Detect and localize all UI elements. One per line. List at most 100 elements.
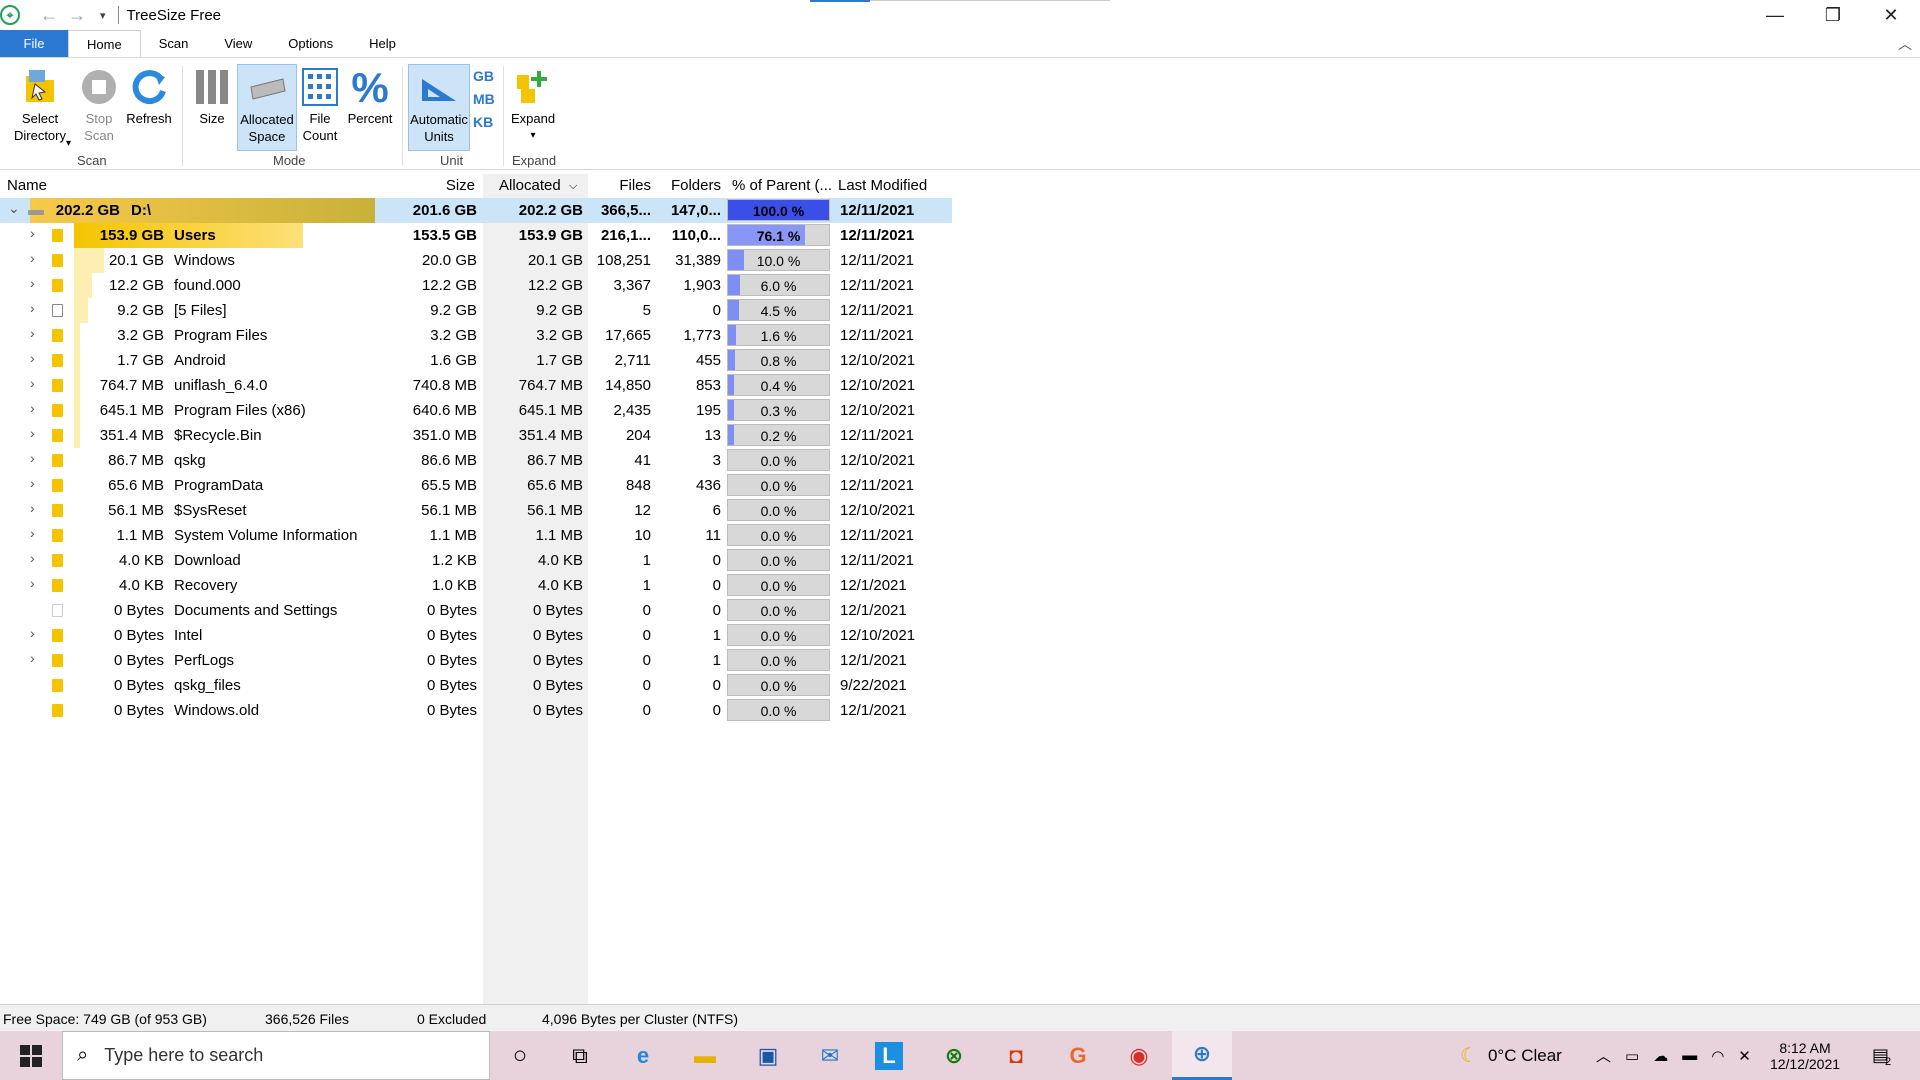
- g-app-icon[interactable]: G: [1061, 1039, 1095, 1073]
- wifi-icon[interactable]: ◠: [1711, 1047, 1724, 1065]
- tree-row[interactable]: › 351.4 MB $Recycle.Bin 351.0 MB 351.4 MB 204…: [0, 423, 952, 448]
- select-directory-button[interactable]: Select Directory ▾: [6, 64, 74, 149]
- treesize-taskbar-icon[interactable]: ⊕: [1172, 1031, 1232, 1080]
- tree-row[interactable]: › 1.1 MB System Volume Information 1.1 MB 1.…: [0, 523, 952, 548]
- allocated-space-button[interactable]: Allocated Space: [237, 64, 297, 151]
- column-header-name[interactable]: Name: [7, 177, 47, 194]
- store-icon[interactable]: ▣: [751, 1039, 785, 1073]
- cortana-icon[interactable]: ○: [503, 1039, 537, 1073]
- l-app-icon[interactable]: L: [875, 1042, 903, 1070]
- battery-icon[interactable]: ▬: [1682, 1047, 1697, 1064]
- tree-row[interactable]: 0 Bytes qskg_files 0 Bytes 0 Bytes 0 0 0.0 % 9/…: [0, 673, 952, 698]
- expand-chevron-icon[interactable]: ›: [30, 575, 35, 591]
- volume-muted-icon[interactable]: ✕: [1738, 1047, 1751, 1065]
- tree-row[interactable]: › 56.1 MB $SysReset 56.1 MB 56.1 MB 12 6 0.0 % 1…: [0, 498, 952, 523]
- tree-row[interactable]: › 4.0 KB Download 1.2 KB 4.0 KB 1 0 0.0 % 12/11/…: [0, 548, 952, 573]
- tab-home[interactable]: Home: [68, 30, 141, 57]
- expand-chevron-icon[interactable]: ›: [30, 275, 35, 291]
- tree-row[interactable]: › 1.7 GB Android 1.6 GB 1.7 GB 2,711 455 0.8 % 1…: [0, 348, 952, 373]
- restore-button[interactable]: ❐: [1804, 0, 1862, 30]
- back-arrow-icon[interactable]: ←: [40, 5, 58, 26]
- tree-row[interactable]: › 20.1 GB Windows 20.0 GB 20.1 GB 108,251 31,3…: [0, 248, 952, 273]
- expand-chevron-icon[interactable]: ›: [30, 525, 35, 541]
- office-icon[interactable]: ◘: [999, 1039, 1033, 1073]
- tree-row[interactable]: › 4.0 KB Recovery 1.0 KB 4.0 KB 1 0 0.0 % 12/1/2…: [0, 573, 952, 598]
- percent-button[interactable]: % Percent: [345, 64, 395, 127]
- file-explorer-icon[interactable]: ▬: [688, 1039, 722, 1073]
- tree-row[interactable]: › 153.9 GB Users 153.5 GB 153.9 GB 216,1... 11…: [0, 223, 952, 248]
- expand-chevron-icon[interactable]: ›: [30, 325, 35, 341]
- clock[interactable]: 8:12 AM 12/12/2021: [1760, 1031, 1850, 1080]
- column-header-files[interactable]: Files: [590, 177, 651, 194]
- unit-mb-button[interactable]: MB: [473, 91, 495, 107]
- xbox-icon[interactable]: ⊗: [937, 1039, 971, 1073]
- start-button[interactable]: [0, 1031, 62, 1080]
- ribbon-collapse-icon[interactable]: ︿: [1898, 34, 1912, 54]
- tree-row[interactable]: › 0 Bytes Intel 0 Bytes 0 Bytes 0 1 0.0 % 12/10/…: [0, 623, 952, 648]
- tab-file[interactable]: File: [0, 30, 68, 57]
- tab-help[interactable]: Help: [351, 30, 414, 57]
- chevron-up-icon[interactable]: ︿: [1596, 1045, 1611, 1066]
- quick-access-dropdown-icon[interactable]: ▾: [100, 9, 106, 22]
- tree-row[interactable]: › 3.2 GB Program Files 3.2 GB 3.2 GB 17,665 1,…: [0, 323, 952, 348]
- expand-chevron-icon[interactable]: ›: [30, 500, 35, 516]
- tree-row[interactable]: 0 Bytes Windows.old 0 Bytes 0 Bytes 0 0 0.0 % 1…: [0, 698, 952, 723]
- percent-text: 0.0 %: [760, 503, 797, 519]
- column-header-size[interactable]: Size: [375, 177, 475, 194]
- chrome-icon[interactable]: ◉: [1122, 1039, 1156, 1073]
- unit-gb-button[interactable]: GB: [473, 68, 495, 84]
- stop-scan-button[interactable]: Stop Scan: [76, 64, 122, 144]
- notifications-button[interactable]: ▤ 2: [1872, 1031, 1891, 1080]
- size-mode-button[interactable]: Size: [190, 64, 234, 127]
- item-name: Recovery: [174, 577, 238, 594]
- tree-row[interactable]: 0 Bytes Documents and Settings 0 Bytes 0 By…: [0, 598, 952, 623]
- tree-row[interactable]: › 9.2 GB [5 Files] 9.2 GB 9.2 GB 5 0 4.5 % 12/11…: [0, 298, 952, 323]
- tree-row[interactable]: › 764.7 MB uniflash_6.4.0 740.8 MB 764.7 MB 1…: [0, 373, 952, 398]
- percent-text: 10.0 %: [756, 253, 801, 269]
- expand-chevron-icon[interactable]: ›: [30, 350, 35, 366]
- onedrive-icon[interactable]: ☁: [1653, 1047, 1668, 1065]
- expand-chevron-icon[interactable]: ›: [30, 475, 35, 491]
- automatic-units-button[interactable]: Automatic Units: [408, 64, 470, 151]
- tree-row[interactable]: › 86.7 MB qskg 86.6 MB 86.7 MB 41 3 0.0 % 12/10/…: [0, 448, 952, 473]
- collapse-chevron-icon[interactable]: ⌄: [8, 200, 20, 217]
- expand-chevron-icon[interactable]: ›: [30, 650, 35, 666]
- forward-arrow-icon[interactable]: →: [68, 5, 86, 26]
- expand-chevron-icon[interactable]: ›: [30, 450, 35, 466]
- tree-row[interactable]: › 645.1 MB Program Files (x86) 640.6 MB 645.…: [0, 398, 952, 423]
- expand-chevron-icon[interactable]: ›: [30, 250, 35, 266]
- taskbar-search-box[interactable]: ⌕ Type here to search: [62, 1031, 490, 1080]
- weather-widget[interactable]: ☾ 0°C Clear: [1460, 1031, 1562, 1080]
- allocated-value: 12.2 GB: [527, 277, 583, 294]
- meet-now-icon[interactable]: ▭: [1625, 1047, 1639, 1065]
- tree-row[interactable]: ⌄ 202.2 GB D:\ 201.6 GB 202.2 GB 366,5... 147,…: [0, 198, 952, 223]
- tab-scan[interactable]: Scan: [141, 30, 207, 57]
- size-value: 640.6 MB: [412, 402, 477, 419]
- file-count-button[interactable]: File Count: [298, 64, 342, 144]
- column-header-folders[interactable]: Folders: [658, 177, 721, 194]
- expand-chevron-icon[interactable]: ›: [30, 625, 35, 641]
- expand-chevron-icon[interactable]: ›: [30, 375, 35, 391]
- folders-value: 0: [712, 677, 721, 694]
- column-header-last-modified[interactable]: Last Modified: [838, 177, 927, 194]
- expand-chevron-icon[interactable]: ›: [30, 550, 35, 566]
- tab-view[interactable]: View: [206, 30, 270, 57]
- expand-chevron-icon[interactable]: ›: [30, 425, 35, 441]
- expand-chevron-icon[interactable]: ›: [30, 400, 35, 416]
- close-button[interactable]: ✕: [1862, 0, 1920, 30]
- expand-button[interactable]: Expand ▾: [508, 64, 558, 144]
- column-header-percent-parent[interactable]: % of Parent (...: [732, 177, 832, 194]
- edge-icon[interactable]: e: [626, 1039, 660, 1073]
- mail-icon[interactable]: ✉: [813, 1039, 847, 1073]
- unit-kb-button[interactable]: KB: [473, 114, 495, 130]
- tree-row[interactable]: › 65.6 MB ProgramData 65.5 MB 65.6 MB 848 436 0…: [0, 473, 952, 498]
- task-view-icon[interactable]: ⧉: [563, 1039, 597, 1073]
- tree-row[interactable]: › 0 Bytes PerfLogs 0 Bytes 0 Bytes 0 1 0.0 % 12/…: [0, 648, 952, 673]
- minimize-button[interactable]: —: [1746, 0, 1804, 30]
- tree-row[interactable]: › 12.2 GB found.000 12.2 GB 12.2 GB 3,367 1,90…: [0, 273, 952, 298]
- expand-chevron-icon[interactable]: ›: [30, 300, 35, 316]
- tab-options[interactable]: Options: [270, 30, 351, 57]
- refresh-button[interactable]: Refresh: [124, 64, 174, 127]
- expand-chevron-icon[interactable]: ›: [30, 225, 35, 241]
- column-header-allocated[interactable]: Allocated: [499, 177, 561, 194]
